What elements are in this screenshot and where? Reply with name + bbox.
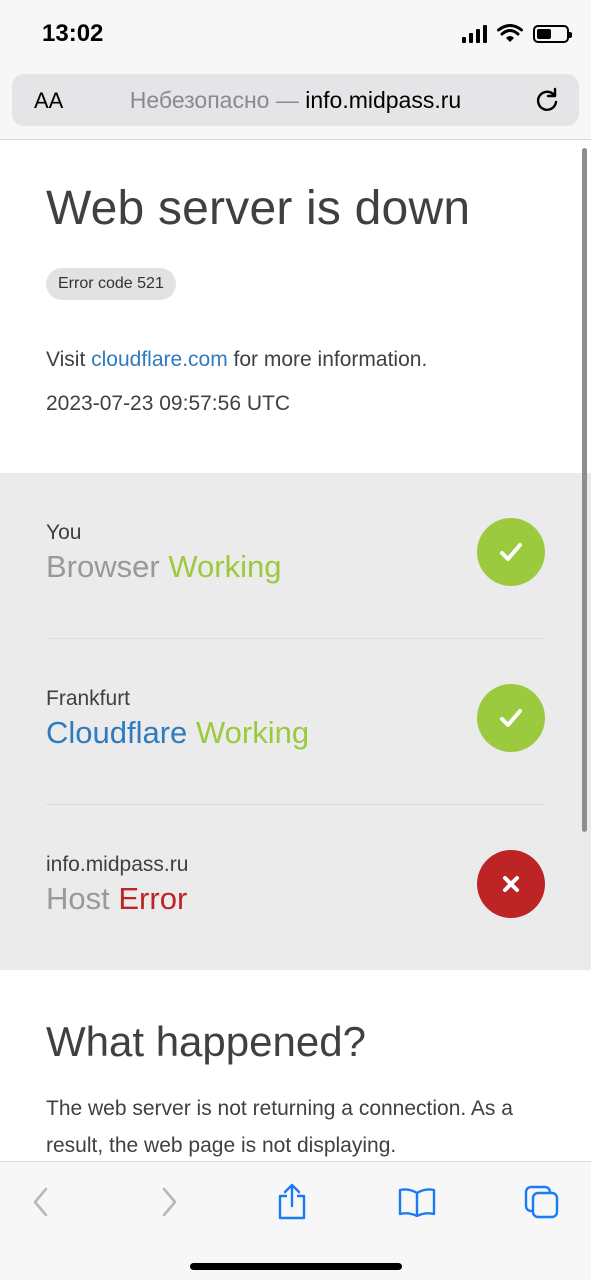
row-status: Browser Working xyxy=(46,549,281,585)
status-row-host: info.midpass.ru Host Error xyxy=(46,805,545,971)
row-label: Frankfurt xyxy=(46,687,131,710)
status-icons xyxy=(462,24,572,44)
error-x-icon xyxy=(477,850,545,918)
insecure-label: Небезопасно — xyxy=(129,87,306,113)
status-bar: 13:02 xyxy=(0,0,591,70)
reload-icon[interactable] xyxy=(533,86,561,114)
bookmarks-button[interactable] xyxy=(397,1182,437,1222)
cloudflare-link[interactable]: cloudflare.com xyxy=(91,348,228,371)
row-state: Error xyxy=(118,881,188,916)
visit-suffix: for more information. xyxy=(227,348,428,371)
visit-info: Visit cloudflare.com for more informatio… xyxy=(46,348,545,372)
chevron-left-icon xyxy=(33,1187,48,1217)
row-status: Cloudflare Working xyxy=(46,715,309,751)
row-name: Cloudflare xyxy=(46,715,188,750)
status-diagnostics: You Browser Working Frankfurt Cloudflare… xyxy=(0,473,591,970)
address-bar[interactable]: AA Небезопасно — info.midpass.ru xyxy=(12,74,579,126)
status-time: 13:02 xyxy=(42,20,104,47)
row-label: You xyxy=(46,521,82,544)
share-icon xyxy=(278,1183,306,1220)
status-row-browser: You Browser Working xyxy=(46,473,545,639)
page-content[interactable]: Web server is down Error code 521 Visit … xyxy=(0,141,591,1161)
url-host: info.midpass.ru xyxy=(305,87,462,113)
error-code-badge: Error code 521 xyxy=(46,268,176,300)
tabs-button[interactable] xyxy=(522,1182,562,1222)
what-happened-title: What happened? xyxy=(46,1018,366,1065)
chevron-right-icon xyxy=(162,1187,177,1217)
visit-prefix: Visit xyxy=(46,348,92,371)
browser-address-area: AA Небезопасно — info.midpass.ru xyxy=(0,70,591,140)
error-header: Web server is down Error code 521 Visit … xyxy=(0,141,591,473)
row-state: Working xyxy=(168,549,282,584)
row-label: info.midpass.ru xyxy=(46,853,189,876)
url-display[interactable]: Небезопасно — info.midpass.ru xyxy=(12,87,579,114)
row-state: Working xyxy=(195,715,310,750)
checkmark-icon xyxy=(477,518,545,586)
checkmark-icon xyxy=(477,684,545,752)
browser-toolbar xyxy=(0,1161,591,1280)
error-timestamp: 2023-07-23 09:57:56 UTC xyxy=(46,392,290,415)
cellular-signal-icon xyxy=(462,25,487,43)
share-button[interactable] xyxy=(272,1182,312,1222)
battery-icon xyxy=(533,25,572,43)
row-name: Host xyxy=(46,881,110,916)
book-icon xyxy=(398,1188,436,1217)
what-happened-text: The web server is not returning a connec… xyxy=(46,1097,513,1157)
back-button[interactable] xyxy=(21,1182,61,1222)
home-indicator xyxy=(190,1263,402,1270)
row-name: Browser xyxy=(46,549,160,584)
page-title: Web server is down xyxy=(46,182,471,235)
tabs-icon xyxy=(524,1185,559,1219)
status-row-cloudflare: Frankfurt Cloudflare Working xyxy=(46,639,545,805)
forward-button[interactable] xyxy=(149,1182,189,1222)
scrollbar[interactable] xyxy=(582,148,587,832)
row-status: Host Error xyxy=(46,881,187,917)
what-happened-section: What happened? The web server is not ret… xyxy=(0,970,591,1161)
wifi-icon xyxy=(497,24,523,42)
